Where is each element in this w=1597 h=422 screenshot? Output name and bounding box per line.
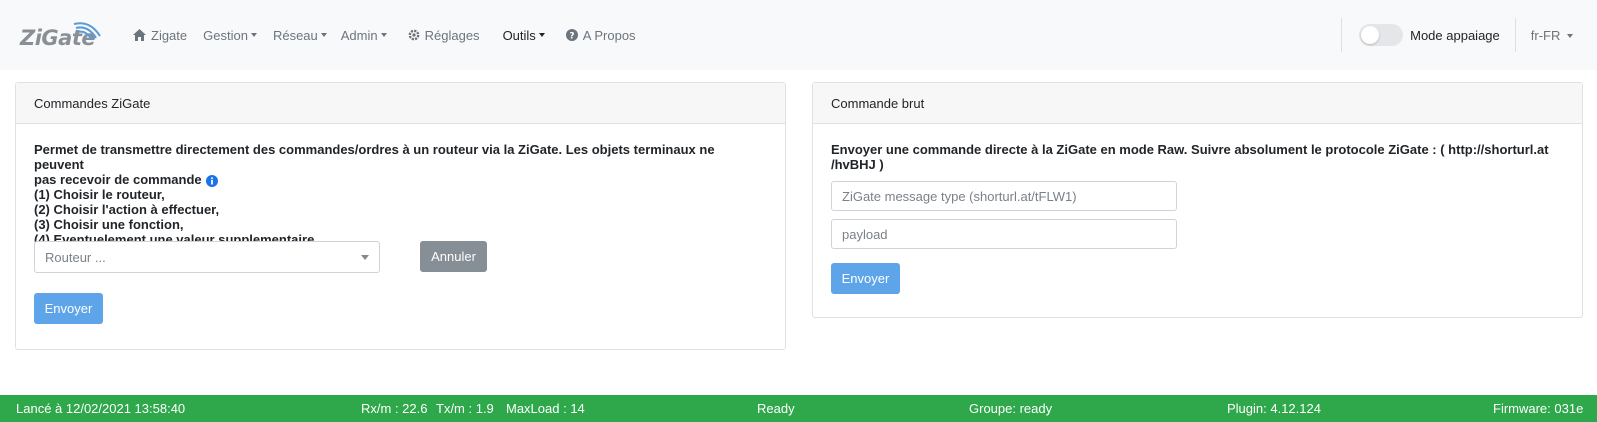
cancel-button-label: Annuler: [431, 249, 476, 264]
cancel-button[interactable]: Annuler: [420, 241, 487, 272]
send-button-label: Envoyer: [44, 301, 93, 316]
message-type-placeholder: ZiGate message type (shorturl.at/tFLW1): [842, 188, 1077, 204]
started-at: Lancé à 12/02/2021 13:58:40: [16, 401, 186, 416]
zigate-logo[interactable]: ZiGate: [18, 18, 104, 52]
chevron-down-icon: [380, 33, 387, 37]
chevron-down-icon: [250, 33, 257, 37]
max-load: MaxLoad : 14: [506, 401, 585, 416]
description-line: /hvBHJ ): [831, 157, 884, 172]
chevron-down-icon: [1567, 34, 1573, 39]
payload-input[interactable]: payload: [831, 219, 1177, 249]
language-dropdown[interactable]: fr-FR: [1516, 28, 1597, 43]
card-header: Commandes ZiGate: [16, 83, 785, 124]
nav-item-reglages[interactable]: Réglages: [408, 28, 480, 43]
commands-card: Commandes ZiGate Permet de transmettre d…: [15, 82, 786, 350]
card-title: Commandes ZiGate: [34, 95, 151, 111]
group-status: Groupe: ready: [969, 401, 1053, 416]
nav-item-label: Zigate: [151, 27, 188, 43]
info-icon[interactable]: [205, 174, 218, 187]
firmware-version: Firmware: 031e: [1493, 401, 1584, 416]
status-bar: Lancé à 12/02/2021 13:58:40 Rx/m : 22.6 …: [0, 395, 1597, 422]
card-header: Commande brut: [813, 83, 1582, 124]
plugin-version: Plugin: 4.12.124: [1227, 401, 1321, 416]
commands-description: Permet de transmettre directement des co…: [34, 142, 767, 247]
chevron-down-icon: [538, 33, 545, 37]
pairing-mode-label: Mode appaiage: [1410, 27, 1500, 43]
payload-placeholder: payload: [842, 226, 888, 242]
raw-description: Envoyer une commande directe à la ZiGate…: [831, 142, 1564, 172]
nav-item-gestion[interactable]: Gestion: [203, 28, 257, 43]
router-select-placeholder: Routeur ...: [45, 249, 106, 265]
nav-item-reseau[interactable]: Réseau: [273, 28, 327, 43]
description-line: pas recevoir de commande: [34, 172, 202, 187]
send-raw-button[interactable]: Envoyer: [831, 263, 900, 294]
step-item: (2) Choisir l'action à effectuer,: [34, 202, 220, 217]
nav-item-outils[interactable]: Outils: [503, 28, 545, 43]
rx-rate: Rx/m : 22.6: [361, 401, 428, 416]
top-navbar: ZiGate Zigate Gestion Réseau Admin Régla…: [0, 0, 1597, 70]
card-title: Commande brut: [831, 95, 925, 111]
nav-item-label: Réglages: [424, 27, 480, 43]
description-line: Permet de transmettre directement des co…: [34, 142, 715, 172]
nav-item-label: A Propos: [582, 27, 636, 43]
signal-waves-icon: [73, 22, 101, 41]
send-command-button[interactable]: Envoyer: [34, 293, 103, 324]
raw-command-card: Commande brut Envoyer une commande direc…: [812, 82, 1583, 318]
step-item: (1) Choisir le routeur,: [34, 187, 165, 202]
nav-item-label: Réseau: [272, 27, 318, 43]
step-item: (3) Choisir une fonction,: [34, 217, 184, 232]
svg-text:?: ?: [569, 31, 574, 41]
chevron-down-icon: [320, 33, 327, 37]
nav-item-a-propos[interactable]: ? A Propos: [565, 27, 636, 43]
router-select[interactable]: Routeur ...: [34, 241, 380, 273]
status-state: Ready: [757, 401, 795, 416]
tx-rate: Tx/m : 1.9: [436, 401, 494, 416]
message-type-input[interactable]: ZiGate message type (shorturl.at/tFLW1): [831, 181, 1177, 211]
chevron-down-icon: [361, 255, 369, 260]
nav-item-label: Outils: [502, 27, 536, 43]
nav-item-label: Gestion: [203, 27, 248, 43]
pairing-mode-toggle[interactable]: [1359, 24, 1404, 46]
description-line: Envoyer une commande directe à la ZiGate…: [831, 142, 1549, 157]
send-button-label: Envoyer: [841, 271, 890, 286]
description-line-with-info: pas recevoir de commande: [34, 172, 767, 187]
language-label: fr-FR: [1530, 27, 1561, 43]
question-circle-icon: ?: [565, 29, 578, 41]
nav-item-admin[interactable]: Admin: [341, 28, 387, 43]
home-icon: [133, 29, 146, 41]
nav-item-label: Admin: [340, 27, 378, 43]
nav-item-zigate[interactable]: Zigate: [133, 28, 187, 43]
toggle-knob: [1361, 26, 1380, 44]
gear-icon: [408, 29, 420, 41]
